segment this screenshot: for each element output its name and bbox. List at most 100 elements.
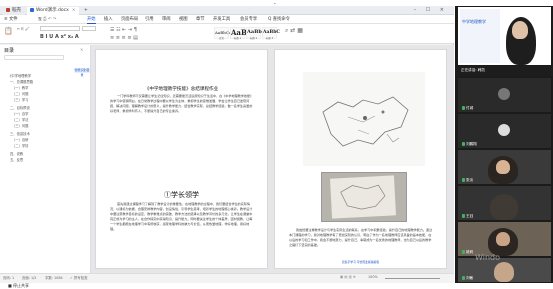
stop-share-button[interactable]: ■ 停止共享 xyxy=(8,283,29,289)
ribbon: 📋 ✂ ⎘ 🖌 B I U A x² x₂ A ☰ ☷ ⇤ ⇥ ¶ ≡ ≡ ≡ … xyxy=(0,24,454,44)
nav-item[interactable]: （三）学习 xyxy=(12,97,28,102)
menu-view[interactable]: 视图 xyxy=(179,16,188,23)
nav-close-icon[interactable]: × xyxy=(80,47,83,52)
sketch-map-photo xyxy=(303,72,425,166)
mic-icon xyxy=(462,178,465,182)
participant-name: 王钰 xyxy=(466,214,474,218)
nav-item[interactable]: （二）学情 xyxy=(12,143,28,148)
font-size-select[interactable] xyxy=(82,26,96,31)
section-heading: ①学长领学 xyxy=(164,191,199,199)
nav-item[interactable]: 五、反思 xyxy=(10,157,23,162)
preview-title: 中学地理教学 xyxy=(462,19,486,24)
bottom-bar: ■ 停止共享 xyxy=(0,283,553,289)
document-page-right[interactable]: 我始终要注重教学设计与学生实际生活的联系，在学习中积累经验，提升自己的地理教学能… xyxy=(274,49,447,269)
spell-check-toggle[interactable]: ✓ 拼写检查 xyxy=(70,275,87,280)
mic-icon xyxy=(462,214,465,218)
nav-item[interactable]: 四、说教 xyxy=(10,151,23,156)
document-canvas: 《中学地理教学技能》总结课程作业 一门学科教师不仅需要让学生记住知识，还需要能灵… xyxy=(91,45,454,273)
tab-docer[interactable]: 稻壳 xyxy=(3,7,25,15)
meeting-panel: 中学地理教学 正在讲话: 韩凯 付城 刘鹏翔 张淡 王钰 姚莉 刘敏 Windo xyxy=(455,6,553,283)
paste-icon[interactable]: 📋 xyxy=(4,27,13,35)
menu-references[interactable]: 引用 xyxy=(145,16,154,23)
menu-member[interactable]: 会员专享 xyxy=(240,16,257,23)
participant-name: 张淡 xyxy=(466,178,474,182)
style-heading-2[interactable]: AaBbC 标题 2 xyxy=(246,27,266,40)
participant-face xyxy=(494,262,514,282)
nav-title: 目录 xyxy=(4,48,15,54)
paper-sketch-drawing xyxy=(340,184,386,210)
docer-icon xyxy=(6,7,10,12)
avatar xyxy=(498,88,510,100)
view-mode-buttons[interactable]: ▣ ▤ ▥ ⊕ xyxy=(340,275,356,279)
word-icon xyxy=(30,7,34,12)
paragraph: 首先我通过课程学习了解到了教学设计的重要性，在地理教学的过程中，我们要结合学生的… xyxy=(110,202,253,232)
nav-item[interactable]: 三、信息技术 xyxy=(10,131,30,136)
menu-file[interactable]: ≡ 文件 xyxy=(4,16,18,23)
participant-tile[interactable]: 张淡 xyxy=(458,150,551,184)
chevron-down-icon[interactable]: ⌄ xyxy=(273,0,276,5)
preview-slide: 中学地理教学 xyxy=(460,9,500,63)
search-command[interactable]: Q 查找命令 xyxy=(268,16,290,23)
participant-name: 付城 xyxy=(466,106,474,110)
style-gallery: AaBbCcI 正文 AaBl 标题 1 AaBbC 标题 2 AaBbC 标题 3 xyxy=(214,27,280,40)
paragraph-align-buttons[interactable]: ≡ ≡ ≡ ≡ ▤ xyxy=(110,35,138,41)
nav-item[interactable]: （一）自学 xyxy=(12,111,28,116)
nav-search-input[interactable] xyxy=(4,55,64,60)
font-format-buttons[interactable]: B I U A x² x₂ A xyxy=(40,34,79,40)
status-page: 页码: 1 xyxy=(3,276,15,280)
menu-developer[interactable]: 开发工具 xyxy=(213,16,230,23)
menu-insert[interactable]: 插入 xyxy=(104,16,113,23)
avatar xyxy=(498,124,510,136)
nav-item[interactable]: （一）教学 xyxy=(12,85,28,90)
menu-review[interactable]: 审阅 xyxy=(162,16,171,23)
participant-face xyxy=(496,232,510,246)
document-page-left[interactable]: 《中学地理教学技能》总结课程作业 一门学科教师不仅需要让学生记住知识，还需要能灵… xyxy=(95,49,268,269)
paragraph-list-buttons[interactable]: ☰ ☷ ⇤ ⇥ ¶ xyxy=(110,27,137,33)
nav-item[interactable]: 一、总课题思路 xyxy=(10,79,33,84)
nav-item[interactable]: （一）自研 xyxy=(12,137,28,142)
status-bar: 页码: 1 页面: 1/2 字数: 1084 ✓ 拼写检查 ▣ ▤ ▥ ⊕ 10… xyxy=(0,273,454,283)
participant-tile[interactable]: 刘鹏翔 xyxy=(458,114,551,148)
font-name-select[interactable] xyxy=(40,26,80,31)
participant-name: 姚莉 xyxy=(466,250,474,254)
menu-bar: ≡ 文件 🖫 ⎙ ↶ ↷ 开始 插入 页面布局 引用 审阅 视图 章节 开发工具… xyxy=(0,15,454,24)
sketch-map-drawing xyxy=(322,96,409,147)
nav-item[interactable]: 《中学地理教学 xyxy=(8,73,31,78)
close-icon[interactable]: × xyxy=(72,8,76,13)
document-title: 《中学地理教学技能》总结课程作业 xyxy=(144,87,219,92)
zoom-slider[interactable] xyxy=(385,278,440,279)
style-normal[interactable]: AaBbCcI 正文 xyxy=(214,27,233,40)
shared-preview-tile[interactable]: 中学地理教学 xyxy=(458,7,551,65)
participant-tile[interactable]: 付城 xyxy=(458,78,551,112)
nav-item[interactable]: （三）问题 xyxy=(12,123,28,128)
new-tab-button[interactable]: + xyxy=(81,7,88,15)
participant-tile[interactable]: 刘敏 xyxy=(458,258,551,282)
style-heading-1[interactable]: AaBl 标题 1 xyxy=(230,27,250,40)
mic-icon xyxy=(462,276,465,280)
nav-item[interactable]: （二）学法 xyxy=(12,117,28,122)
participant-tile[interactable]: 姚莉 xyxy=(458,222,551,256)
clipboard-tools[interactable]: ✂ ⎘ 🖌 xyxy=(17,27,29,31)
participant-face xyxy=(496,160,510,174)
style-heading-3[interactable]: AaBbC 标题 3 xyxy=(262,27,280,40)
zoom-level[interactable]: 100% xyxy=(368,275,378,279)
menu-layout[interactable]: 页面布局 xyxy=(121,16,138,23)
page-footer-note: 仅提示学习 可仿照此模版编辑 xyxy=(341,260,380,264)
mic-icon xyxy=(462,106,465,110)
mic-icon xyxy=(462,250,465,254)
nav-item[interactable]: 二、目标预设 xyxy=(10,105,30,110)
speaking-bar: 正在讲话: 韩凯 xyxy=(455,66,553,76)
menu-section[interactable]: 章节 xyxy=(196,16,205,23)
tab-document[interactable]: Word演示.docx × xyxy=(27,7,79,15)
more-tools-icons[interactable]: ⌕ ⇄ ▦ xyxy=(285,27,303,35)
participant-video xyxy=(490,194,518,220)
navigation-pane: 目录 × 智能识别目录 《中学地理教学 一、总课题思路 （一）教学 （二）问题 … xyxy=(0,45,91,273)
window-controls[interactable]: – ☐ × xyxy=(414,7,448,13)
participant-tile[interactable]: 王钰 xyxy=(458,186,551,220)
menu-home[interactable]: 开始 xyxy=(87,16,96,24)
status-words[interactable]: 字数: 1084 xyxy=(45,275,63,280)
smart-toc-button[interactable]: 智能识别目录 xyxy=(74,68,90,77)
nav-item[interactable]: （二）问题 xyxy=(12,91,28,96)
participant-name: 刘鹏翔 xyxy=(466,142,477,146)
quick-access-icons[interactable]: 🖫 ⎙ ↶ ↷ xyxy=(38,16,56,23)
